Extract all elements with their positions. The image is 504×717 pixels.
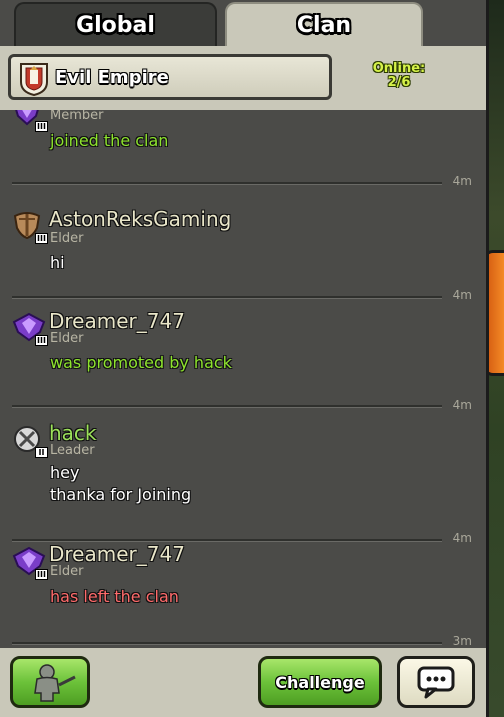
bronze-shield-icon: III xyxy=(12,210,48,244)
online-status: Online: 2/6 xyxy=(360,62,438,90)
challenge-label: Challenge xyxy=(275,672,365,692)
sender-role: Member xyxy=(50,110,104,123)
clan-chat-screen: Global Clan Evil Empire Online: 2/6 III … xyxy=(0,0,504,717)
message-time: 4m xyxy=(452,398,472,412)
message-text: hi xyxy=(50,253,65,272)
message-time: 4m xyxy=(452,288,472,302)
chat-footer: Challenge xyxy=(0,648,486,717)
sender-name: hack xyxy=(49,421,97,445)
sender-role: Elder xyxy=(50,331,84,346)
sender-role: Leader xyxy=(50,443,95,458)
sender-name: AstonReksGaming xyxy=(49,207,232,231)
request-troops-button[interactable] xyxy=(10,656,90,708)
tab-clan[interactable]: Clan xyxy=(225,2,423,46)
tab-global[interactable]: Global xyxy=(14,2,217,46)
purple-shield-icon: III xyxy=(12,546,48,580)
message-text: joined the clan xyxy=(50,131,169,150)
message-text-line-1: hey xyxy=(50,463,80,482)
chat-panel: Global Clan Evil Empire Online: 2/6 III … xyxy=(0,0,489,717)
message-text: was promoted by hack xyxy=(50,353,232,372)
sender-name: Dreamer_747 xyxy=(49,309,185,333)
message-divider xyxy=(12,182,442,185)
challenge-button[interactable]: Challenge xyxy=(258,656,382,708)
message-divider xyxy=(12,296,442,299)
clan-header: Evil Empire Online: 2/6 xyxy=(0,46,486,110)
crossed-swords-icon: II xyxy=(12,424,48,458)
clan-name: Evil Empire xyxy=(55,67,169,88)
write-message-button[interactable] xyxy=(397,656,475,708)
online-count: 2/6 xyxy=(387,75,411,90)
message-time: 4m xyxy=(452,531,472,545)
message-text: has left the clan xyxy=(50,587,179,606)
troop-icon xyxy=(34,664,76,702)
chat-message-list[interactable]: III Member joined the clan 4m III AstonR… xyxy=(0,110,486,648)
purple-shield-icon: III xyxy=(12,312,48,346)
purple-shield-icon: III xyxy=(12,110,48,132)
sender-role: Elder xyxy=(50,231,84,246)
online-label: Online: xyxy=(372,61,426,76)
message-text-line-2: thanka for Joining xyxy=(50,485,192,504)
message-divider xyxy=(12,642,442,645)
sender-role: Elder xyxy=(50,564,84,579)
message-time: 4m xyxy=(452,174,472,188)
clan-info-button[interactable]: Evil Empire xyxy=(8,54,332,100)
message-divider xyxy=(12,405,442,408)
chat-bubble-icon xyxy=(417,666,455,699)
tab-global-label: Global xyxy=(76,12,155,38)
tab-clan-label: Clan xyxy=(296,12,352,38)
clan-badge-icon xyxy=(20,63,48,96)
message-time: 3m xyxy=(452,634,472,648)
sender-name: Dreamer_747 xyxy=(49,542,185,566)
